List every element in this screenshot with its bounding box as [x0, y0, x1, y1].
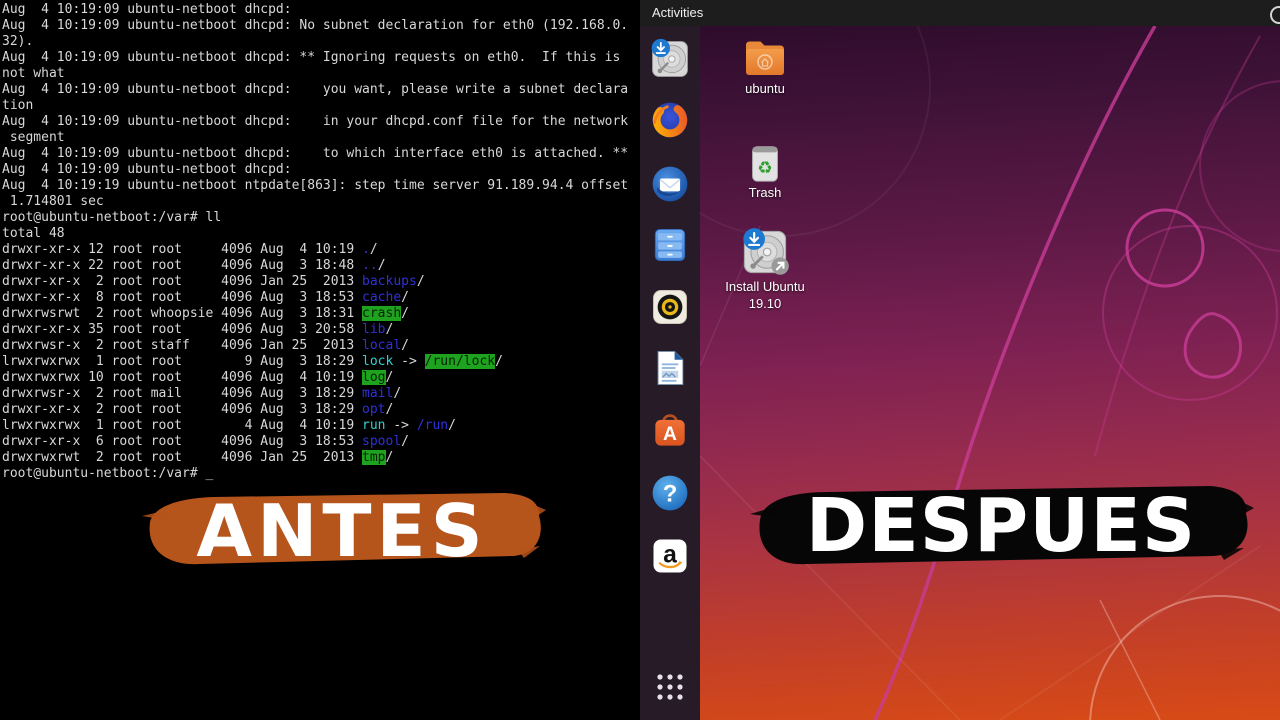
terminal-output: Aug 4 10:19:09 ubuntu-netboot dhcpd:Aug … [0, 0, 640, 720]
terminal-line: drwxr-xr-x 2 root root 4096 Jan 25 2013 … [2, 274, 640, 290]
install-ubuntu-icon[interactable] [648, 37, 692, 81]
rhythmbox-icon[interactable] [648, 285, 692, 329]
desktop-wallpaper [700, 26, 1280, 720]
trash-icon: ♻ [742, 140, 788, 184]
files-icon[interactable] [648, 223, 692, 267]
ubuntu-software-icon[interactable]: A [648, 408, 692, 452]
terminal-line: segment [2, 130, 640, 146]
terminal-line: Aug 4 10:19:09 ubuntu-netboot dhcpd: ** … [2, 50, 640, 66]
terminal-line: drwxrwsr-x 2 root staff 4096 Jan 25 2013… [2, 338, 640, 354]
svg-text:A: A [663, 424, 677, 445]
dock: A ? a [640, 26, 700, 720]
desktop-icon-label: Trash [715, 184, 815, 201]
svg-text:a: a [663, 541, 677, 568]
before-label: ANTES [196, 489, 487, 573]
desktop-icon-label-line2: 19.10 [710, 295, 820, 312]
help-icon[interactable]: ? [648, 471, 692, 515]
terminal-line: 1.714801 sec [2, 194, 640, 210]
terminal-line: drwxr-xr-x 35 root root 4096 Aug 3 20:58… [2, 322, 640, 338]
terminal-line: root@ubuntu-netboot:/var# _ [2, 466, 640, 482]
desktop-icon-label: ubuntu [715, 80, 815, 97]
desktop-icon-ubuntu-folder[interactable]: ubuntu [715, 36, 815, 97]
terminal-line: drwxrwxrwx 10 root root 4096 Aug 4 10:19… [2, 370, 640, 386]
terminal-line: drwxr-xr-x 22 root root 4096 Aug 3 18:48… [2, 258, 640, 274]
svg-text:♻: ♻ [757, 158, 772, 178]
terminal-line: total 48 [2, 226, 640, 242]
terminal-line: Aug 4 10:19:09 ubuntu-netboot dhcpd: [2, 162, 640, 178]
thunderbird-icon[interactable] [648, 162, 692, 206]
terminal-line: drwxrwsr-x 2 root mail 4096 Aug 3 18:29 … [2, 386, 640, 402]
terminal-line: Aug 4 10:19:09 ubuntu-netboot dhcpd: you… [2, 82, 640, 98]
folder-icon [741, 36, 789, 80]
terminal-line: Aug 4 10:19:09 ubuntu-netboot dhcpd: [2, 2, 640, 18]
terminal-line: lrwxrwxrwx 1 root root 4 Aug 4 10:19 run… [2, 418, 640, 434]
before-badge: ANTES [136, 486, 548, 576]
terminal-line: Aug 4 10:19:19 ubuntu-netboot ntpdate[86… [2, 178, 640, 194]
terminal-line: Aug 4 10:19:09 ubuntu-netboot dhcpd: No … [2, 18, 640, 34]
svg-text:?: ? [663, 480, 678, 507]
libreoffice-writer-icon[interactable] [648, 346, 692, 390]
activities-button[interactable]: Activities [640, 0, 715, 26]
desktop-icon-install-ubuntu[interactable]: Install Ubuntu 19.10 [710, 226, 820, 312]
terminal-line: 32). [2, 34, 640, 50]
terminal-line: drwxr-xr-x 2 root root 4096 Aug 3 18:29 … [2, 402, 640, 418]
amazon-icon[interactable]: a [648, 534, 692, 578]
clock-partial-icon[interactable] [1270, 6, 1280, 24]
terminal-line: Aug 4 10:19:09 ubuntu-netboot dhcpd: to … [2, 146, 640, 162]
terminal-line: not what [2, 66, 640, 82]
terminal-line: drwxrwxrwt 2 root root 4096 Jan 25 2013 … [2, 450, 640, 466]
terminal-line: drwxr-xr-x 12 root root 4096 Aug 4 10:19… [2, 242, 640, 258]
terminal-line: tion [2, 98, 640, 114]
firefox-icon[interactable] [648, 98, 692, 142]
wallpaper-pattern [700, 26, 1280, 720]
terminal-line: lrwxrwxrwx 1 root root 9 Aug 3 18:29 loc… [2, 354, 640, 370]
desktop-icon-trash[interactable]: ♻ Trash [715, 140, 815, 201]
terminal-line: Aug 4 10:19:09 ubuntu-netboot dhcpd: in … [2, 114, 640, 130]
top-bar: Activities [640, 0, 1280, 26]
terminal-line: drwxr-xr-x 6 root root 4096 Aug 3 18:53 … [2, 434, 640, 450]
after-badge: DESPUES [748, 480, 1254, 572]
terminal-line: root@ubuntu-netboot:/var# ll [2, 210, 640, 226]
show-applications-icon[interactable] [648, 669, 692, 705]
terminal-line: drwxrwsrwt 2 root whoopsie 4096 Aug 3 18… [2, 306, 640, 322]
install-ubuntu-disk-icon [738, 226, 792, 278]
after-label: DESPUES [806, 483, 1196, 569]
screenshot-root: Aug 4 10:19:09 ubuntu-netboot dhcpd:Aug … [0, 0, 1280, 720]
desktop-icon-label-line1: Install Ubuntu [710, 278, 820, 295]
terminal-line: drwxr-xr-x 8 root root 4096 Aug 3 18:53 … [2, 290, 640, 306]
